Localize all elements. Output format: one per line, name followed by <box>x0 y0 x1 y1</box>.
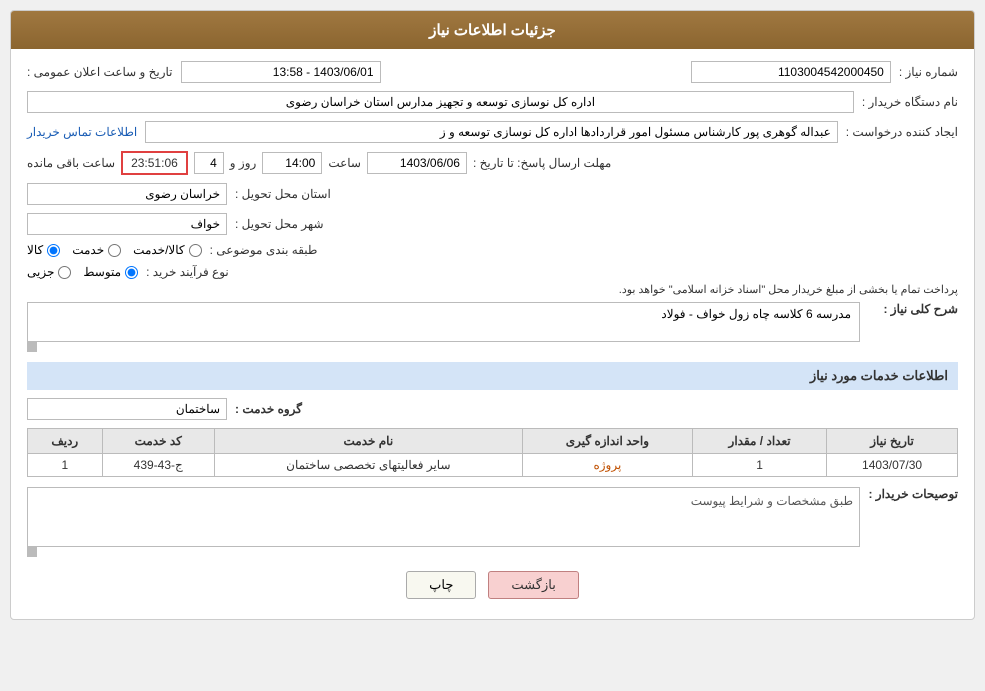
service-section-header: اطلاعات خدمات مورد نیاز <box>27 362 958 390</box>
sharhKoli-value: مدرسه 6 کلاسه چاه زول خواف - فولاد <box>27 302 860 342</box>
col-vahed: واحد اندازه گیری <box>522 429 692 454</box>
shomareNiaz-label: شماره نیاز : <box>899 65 958 79</box>
radio-jozii[interactable]: جزیی <box>27 265 71 279</box>
radio-khadmat[interactable]: خدمت <box>72 243 121 257</box>
cell-kodkhadmat: ج-43-439 <box>102 454 214 477</box>
col-tarikh: تاریخ نیاز <box>827 429 958 454</box>
page-title: جزئیات اطلاعات نیاز <box>11 11 974 49</box>
print-button[interactable]: چاپ <box>406 571 476 599</box>
tarikh-value: 1403/06/06 <box>367 152 467 174</box>
tvsifat-label: توصیحات خریدار : <box>868 487 958 501</box>
col-tedad: تعداد / مقدار <box>692 429 826 454</box>
rooz-label: روز و <box>230 156 257 170</box>
col-radif: ردیف <box>28 429 103 454</box>
col-kodkhadmat: کد خدمت <box>102 429 214 454</box>
groupKhadmat-label: گروه خدمت : <box>235 402 302 416</box>
radio-kala[interactable]: کالا <box>27 243 60 257</box>
cell-radif: 1 <box>28 454 103 477</box>
ostan-value: خراسان رضوی <box>27 183 227 205</box>
services-table: تاریخ نیاز تعداد / مقدار واحد اندازه گیر… <box>27 428 958 477</box>
sharhKoli-label: شرح کلی نیاز : <box>868 302 958 316</box>
baghimande-label: ساعت باقی مانده <box>27 156 115 170</box>
saat-label: ساعت <box>328 156 361 170</box>
table-row: 1403/07/30 1 پروژه سایر فعالیتهای تخصصی … <box>28 454 958 477</box>
groupKhadmat-value: ساختمان <box>27 398 227 420</box>
namDastgah-label: نام دستگاه خریدار : <box>862 95 958 109</box>
col-namkhadmat: نام خدمت <box>214 429 522 454</box>
namDastgah-value: اداره کل نوسازی توسعه و تجهیز مدارس استا… <box>27 91 854 113</box>
ijadKonande-label: ایجاد کننده درخواست : <box>846 125 958 139</box>
cell-tedad: 1 <box>692 454 826 477</box>
ijadKonande-value: عبداله گوهری پور کارشناس مسئول امور قرار… <box>145 121 838 143</box>
saat-value: 14:00 <box>262 152 322 174</box>
noeFarayand-label: نوع فرآیند خرید : <box>146 265 229 279</box>
tvsifat-value: طبق مشخصات و شرایط پیوست <box>27 487 860 547</box>
mohlat-label: مهلت ارسال پاسخ: تا تاریخ : <box>473 156 611 170</box>
resize-handle-sharh[interactable] <box>27 342 37 352</box>
farayand-note: پرداخت تمام یا بخشی از مبلغ خریدار محل "… <box>27 283 958 296</box>
back-button[interactable]: بازگشت <box>488 571 578 599</box>
radio-motevaset[interactable]: متوسط <box>83 265 138 279</box>
shahr-value: خواف <box>27 213 227 235</box>
public-date-label: تاریخ و ساعت اعلان عمومی : <box>27 65 173 79</box>
contact-info-link[interactable]: اطلاعات تماس خریدار <box>27 125 137 139</box>
tabaqebandi-label: طبقه بندی موضوعی : <box>210 243 318 257</box>
cell-vahed[interactable]: پروژه <box>522 454 692 477</box>
cell-namkhadmat: سایر فعالیتهای تخصصی ساختمان <box>214 454 522 477</box>
rooz-value: 4 <box>194 152 224 174</box>
resize-handle-tvsifat[interactable] <box>27 547 37 557</box>
radio-kala-khadmat[interactable]: کالا/خدمت <box>133 243 201 257</box>
ostan-label: استان محل تحویل : <box>235 187 331 201</box>
public-date-value: 1403/06/01 - 13:58 <box>181 61 381 83</box>
shahr-label: شهر محل تحویل : <box>235 217 324 231</box>
countdown-value: 23:51:06 <box>121 151 188 175</box>
cell-tarikh: 1403/07/30 <box>827 454 958 477</box>
shomareNiaz-value: 1103004542000450 <box>691 61 891 83</box>
